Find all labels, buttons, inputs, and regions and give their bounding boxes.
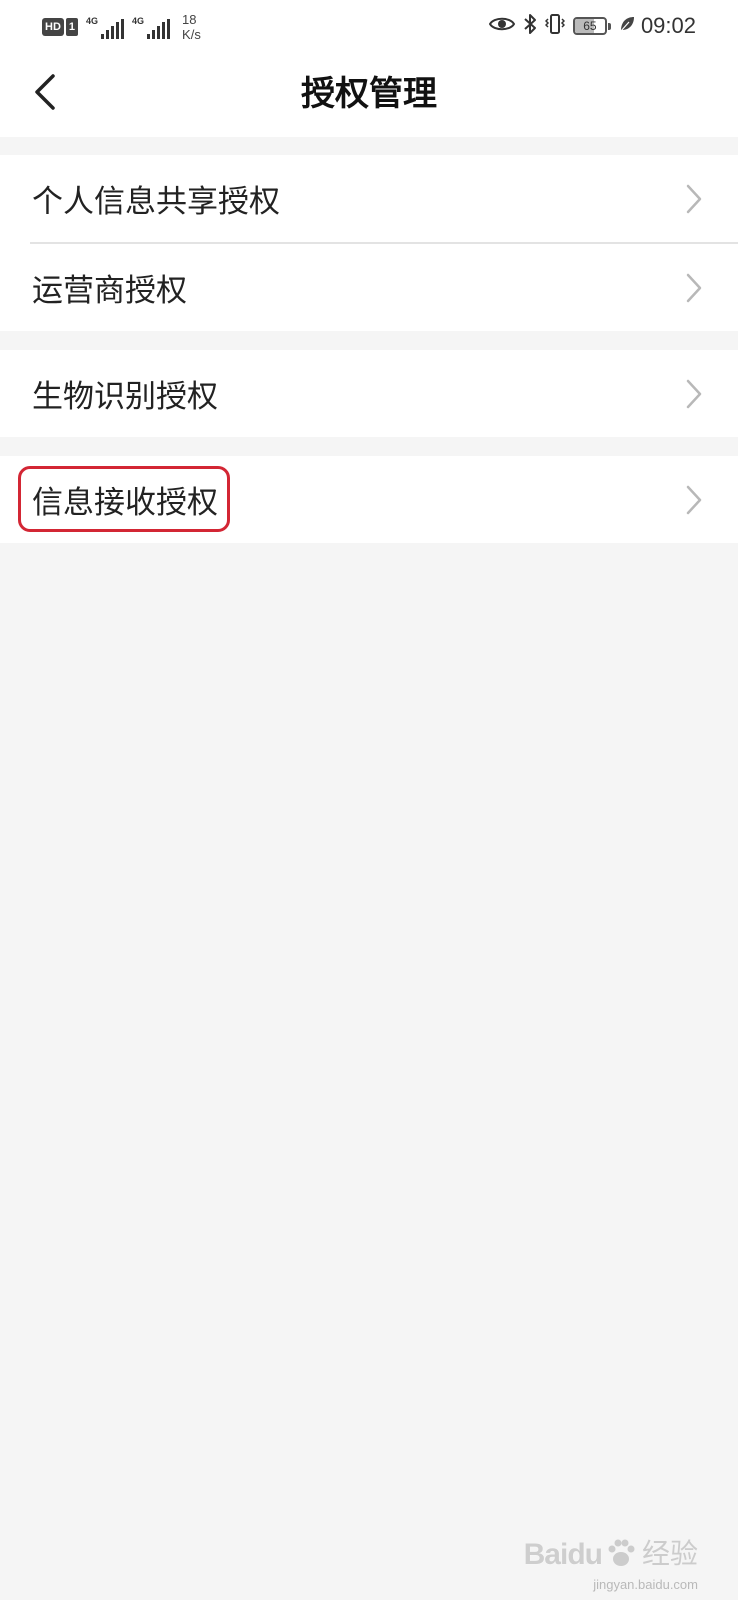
settings-group-3: 信息接收授权 — [0, 456, 738, 543]
baidu-watermark: Baidu 经验 — [524, 1532, 698, 1572]
settings-group-2: 生物识别授权 — [0, 350, 738, 437]
battery-icon: 65 — [572, 17, 611, 35]
title-bar: 授权管理 — [0, 52, 738, 137]
network-type-2: 4G — [132, 16, 145, 26]
chevron-right-icon — [686, 379, 702, 408]
list-item-label: 个人信息共享授权 — [32, 184, 280, 220]
page-title: 授权管理 — [301, 74, 437, 114]
list-item-biometric[interactable]: 生物识别授权 — [0, 350, 738, 437]
speed-unit: K/s — [182, 27, 201, 42]
signal-2: 4G — [132, 15, 171, 39]
status-left: HD 1 4G 4G 18 K/s — [42, 10, 201, 44]
clock: 09:02 — [640, 13, 696, 38]
list-item-message-receiving[interactable]: 信息接收授权 — [0, 456, 738, 543]
chevron-right-icon — [686, 273, 702, 302]
paw-icon — [608, 1539, 635, 1566]
watermark-brand: Baidu — [523, 1538, 603, 1571]
highlight-annotation — [18, 466, 230, 532]
watermark-sub: 经验 — [641, 1538, 698, 1569]
bluetooth-icon — [523, 13, 537, 40]
status-right: 65 09:02 — [481, 10, 696, 42]
vibrate-icon — [544, 13, 565, 40]
chevron-right-icon — [686, 485, 702, 514]
network-type-1: 4G — [86, 16, 99, 26]
settings-group-1: 个人信息共享授权 运营商授权 — [0, 155, 738, 331]
chevron-right-icon — [686, 184, 702, 213]
list-item-carrier[interactable]: 运营商授权 — [0, 244, 738, 331]
sim-number-badge: 1 — [65, 18, 79, 36]
signal-bars-icon — [99, 19, 125, 39]
signal-1: 4G — [86, 15, 125, 39]
status-bar: HD 1 4G 4G 18 K/s 65 09:02 — [0, 0, 738, 52]
leaf-icon — [619, 15, 635, 38]
eye-icon — [488, 15, 516, 38]
watermark-url: jingyan.baidu.com — [593, 1577, 698, 1592]
network-speed: 18 K/s — [182, 12, 201, 42]
list-item-personal-info-sharing[interactable]: 个人信息共享授权 — [0, 155, 738, 242]
battery-level: 65 — [583, 19, 597, 33]
hd-badge: HD — [42, 18, 64, 36]
signal-bars-icon — [145, 19, 171, 39]
list-item-label: 运营商授权 — [32, 273, 187, 309]
speed-value: 18 — [182, 12, 197, 27]
list-item-label: 生物识别授权 — [32, 379, 218, 415]
